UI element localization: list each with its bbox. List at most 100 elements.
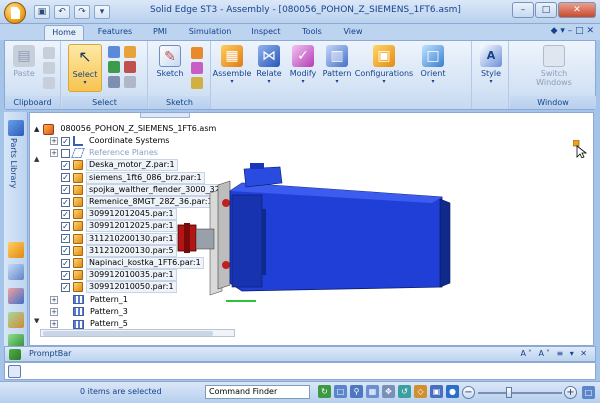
rotate-icon[interactable]: ↺ bbox=[398, 385, 411, 398]
visibility-checkbox[interactable]: ✓ bbox=[61, 270, 70, 280]
tree-horizontal-scrollbar[interactable] bbox=[40, 329, 235, 337]
tree-vertical-scrollbar[interactable]: ▲ ▼ bbox=[34, 153, 42, 323]
expand-icon[interactable]: + bbox=[50, 320, 58, 328]
application-button[interactable] bbox=[4, 2, 26, 24]
collapse-arrow-icon[interactable]: ▲ bbox=[34, 125, 39, 133]
visibility-checkbox[interactable]: ✓ bbox=[61, 282, 70, 292]
pattern-button[interactable]: ▥ Pattern ▾ bbox=[320, 44, 354, 92]
save-icon[interactable]: ▣ bbox=[34, 5, 50, 19]
tree-item[interactable]: + ✓ Coordinate Systems bbox=[50, 135, 172, 147]
query-icon[interactable] bbox=[108, 61, 120, 73]
zoom-in-button[interactable]: + bbox=[564, 386, 577, 399]
tab-view[interactable]: View bbox=[338, 25, 368, 40]
tree-item[interactable]: + Pattern_1 bbox=[50, 294, 131, 306]
tree-item[interactable]: ✓ 311210200130.par:1 bbox=[50, 232, 177, 245]
cut-icon[interactable] bbox=[43, 47, 55, 59]
shaded-view-icon[interactable]: ● bbox=[446, 385, 459, 398]
pan-icon[interactable]: ✥ bbox=[382, 385, 395, 398]
show-icon[interactable] bbox=[108, 76, 120, 88]
terminal-box[interactable] bbox=[243, 166, 283, 188]
switch-windows-button[interactable]: Switch Windows bbox=[534, 44, 574, 92]
format-painter-icon[interactable] bbox=[43, 77, 55, 89]
assemble-button[interactable]: ▦ Assemble ▾ bbox=[212, 44, 252, 92]
visibility-checkbox[interactable]: ✓ bbox=[61, 136, 70, 146]
modify-button[interactable]: ✓ Modify ▾ bbox=[286, 44, 320, 92]
visibility-checkbox[interactable]: ✓ bbox=[61, 234, 70, 244]
select-tools-icon[interactable] bbox=[108, 46, 120, 58]
pathfinder-grip[interactable] bbox=[140, 113, 190, 118]
tree-item[interactable]: ✓ 309912012025.par:1 bbox=[50, 220, 177, 233]
tree-item[interactable]: ✓ 309912012045.par:1 bbox=[50, 208, 177, 221]
prompt-icon[interactable] bbox=[8, 365, 21, 378]
hide-icon[interactable] bbox=[124, 61, 136, 73]
select-button[interactable]: ↖ Select ▾ bbox=[68, 44, 102, 92]
bolt-top[interactable] bbox=[222, 199, 230, 207]
customize-qat-icon[interactable]: ▾ bbox=[94, 5, 110, 19]
sketch-view-icon[interactable]: ◇ bbox=[414, 385, 427, 398]
promptbar-area[interactable] bbox=[4, 362, 596, 380]
motor-flange[interactable] bbox=[231, 194, 263, 288]
visibility-checkbox[interactable]: ✓ bbox=[61, 160, 70, 170]
tab-tools[interactable]: Tools bbox=[296, 25, 328, 40]
pathfinder-tab-icon[interactable] bbox=[8, 120, 24, 136]
tree-item[interactable]: ✓ 309912010050.par:1 bbox=[50, 281, 177, 294]
tab-simulation[interactable]: Simulation bbox=[182, 25, 238, 40]
bolt-bottom[interactable] bbox=[222, 261, 230, 269]
mounting-plate-face[interactable] bbox=[217, 180, 231, 290]
zoom-icon[interactable]: ⚲ bbox=[350, 385, 363, 398]
close-button[interactable]: ✕ bbox=[558, 2, 596, 18]
sensors-tab-icon[interactable] bbox=[8, 288, 24, 304]
relate-button[interactable]: ⋈ Relate ▾ bbox=[252, 44, 286, 92]
visibility-checkbox[interactable]: ✓ bbox=[61, 185, 70, 195]
maximize-button[interactable]: □ bbox=[535, 2, 557, 18]
scroll-thumb[interactable] bbox=[43, 331, 213, 336]
refresh-icon[interactable]: ↻ bbox=[318, 385, 331, 398]
visibility-checkbox[interactable]: ✓ bbox=[61, 246, 70, 256]
select-filter-icon[interactable] bbox=[124, 46, 136, 58]
show-only-icon[interactable] bbox=[124, 76, 136, 88]
tab-inspect[interactable]: Inspect bbox=[246, 25, 286, 40]
view-orientation-icon[interactable]: ▣ bbox=[430, 385, 443, 398]
tree-item[interactable]: ✓ 309912010035.par:1 bbox=[50, 269, 177, 282]
tree-item[interactable]: + Pattern_3 bbox=[50, 306, 131, 318]
tab-pmi[interactable]: PMI bbox=[146, 25, 174, 40]
visibility-checkbox[interactable]: ✓ bbox=[61, 173, 70, 183]
fit-icon[interactable]: ▦ bbox=[366, 385, 379, 398]
visibility-checkbox[interactable]: ✓ bbox=[61, 258, 70, 268]
redo-icon[interactable]: ↷ bbox=[74, 5, 90, 19]
arc-icon[interactable] bbox=[191, 77, 203, 89]
tree-root[interactable]: ▲ 080056_POHON_Z_SIEMENS_1FT6.asm bbox=[34, 123, 219, 135]
tree-item[interactable]: + Reference Planes bbox=[50, 147, 161, 159]
coupling[interactable] bbox=[195, 228, 215, 250]
configurations-button[interactable]: ▣ Configurations ▾ bbox=[354, 44, 414, 92]
ribbon-window-controls[interactable]: ◆ ▾ – □ ✕ bbox=[551, 26, 594, 36]
zoom-slider-track[interactable] bbox=[478, 392, 562, 394]
motor-assembly-model[interactable] bbox=[170, 163, 460, 313]
features-library-tab-icon[interactable] bbox=[8, 312, 24, 328]
line-icon[interactable] bbox=[191, 47, 203, 59]
paste-button[interactable]: ▤ Paste bbox=[7, 44, 41, 92]
copy-icon[interactable] bbox=[43, 62, 55, 74]
style-button[interactable]: A Style ▾ bbox=[474, 44, 508, 92]
minimize-button[interactable]: – bbox=[512, 2, 534, 18]
command-finder-input[interactable]: Command Finder bbox=[205, 385, 310, 399]
expand-icon[interactable]: + bbox=[50, 295, 58, 304]
zoom-area-icon[interactable]: □ bbox=[334, 385, 347, 398]
undo-icon[interactable]: ↶ bbox=[54, 5, 70, 19]
circle-icon[interactable] bbox=[191, 62, 203, 74]
parts-library-tab[interactable]: Parts Library bbox=[9, 138, 18, 188]
select-tools-tab-icon[interactable] bbox=[8, 264, 24, 280]
visibility-checkbox[interactable]: ✓ bbox=[61, 209, 70, 219]
layers-tab-icon[interactable] bbox=[8, 242, 24, 258]
promptbar-tools[interactable]: A˄ A˅ ≡ ▾ ✕ bbox=[520, 349, 589, 358]
zoom-fit-icon[interactable]: □ bbox=[582, 386, 595, 399]
graphics-window[interactable]: ▲ 080056_POHON_Z_SIEMENS_1FT6.asm + ✓ Coor… bbox=[29, 112, 594, 346]
zoom-out-button[interactable]: − bbox=[462, 386, 475, 399]
expand-icon[interactable]: + bbox=[50, 149, 58, 158]
visibility-checkbox[interactable]: ✓ bbox=[61, 221, 70, 231]
visibility-checkbox[interactable]: ✓ bbox=[61, 197, 70, 207]
visibility-checkbox[interactable] bbox=[61, 148, 70, 158]
orient-button[interactable]: □ Orient ▾ bbox=[416, 44, 450, 92]
tree-item[interactable]: ✓ 311210200130.par:5 bbox=[50, 244, 177, 257]
expand-icon[interactable]: + bbox=[50, 137, 58, 145]
